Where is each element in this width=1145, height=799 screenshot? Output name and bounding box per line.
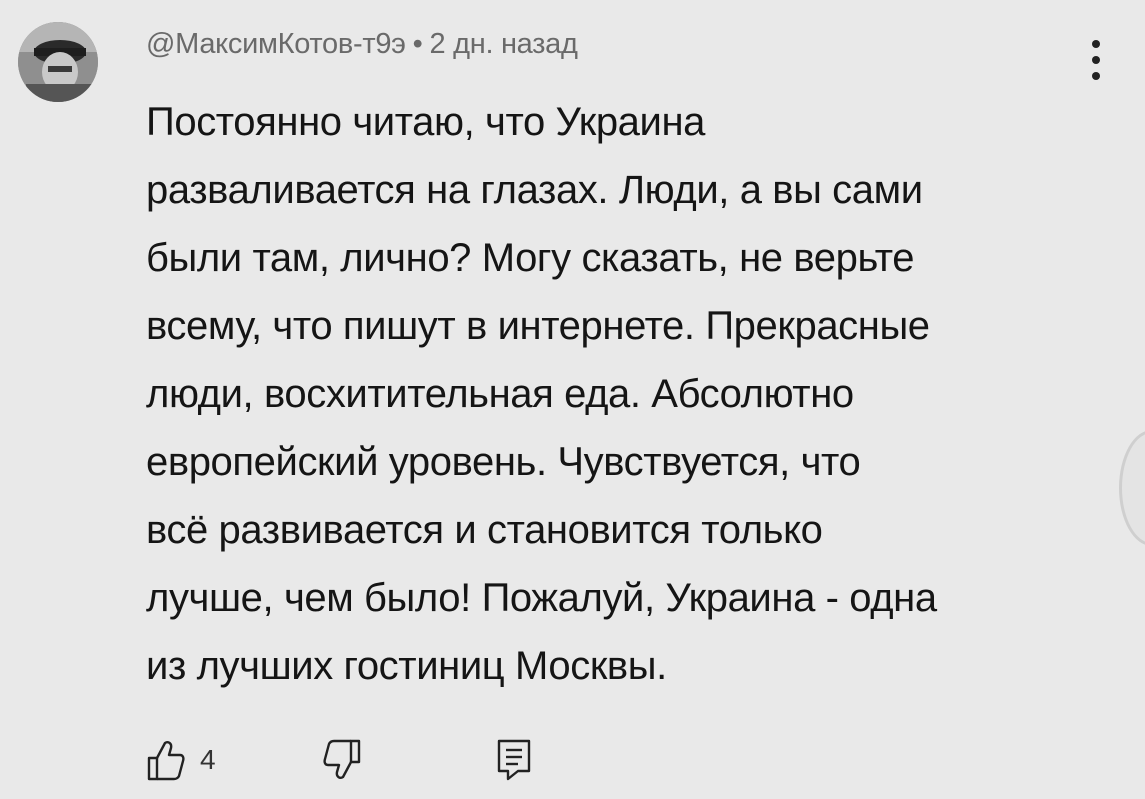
comment-timestamp[interactable]: 2 дн. назад <box>430 28 578 60</box>
author-name[interactable]: @МаксимКотов-т9э <box>146 28 406 60</box>
comment-header: @МаксимКотов-т9э • 2 дн. назад <box>146 28 578 61</box>
more-vert-dot <box>1092 56 1100 64</box>
avatar-photo-icon <box>18 22 98 102</box>
comment-text-line: разваливается на глазах. Люди, а вы сами <box>146 168 923 212</box>
comment-text-line: Постоянно читаю, что Украина <box>146 100 705 144</box>
edge-decoration <box>1119 430 1145 546</box>
more-vert-icon <box>1092 40 1100 48</box>
more-vert-dot <box>1092 72 1100 80</box>
comment-text-line: лучше, чем было! Пожалуй, Украина - одна <box>146 576 937 620</box>
like-count: 4 <box>200 744 216 775</box>
comment-text-line: европейский уровень. Чувствуется, что <box>146 440 861 484</box>
dislike-button[interactable] <box>322 738 362 782</box>
more-options-button[interactable] <box>1084 36 1108 84</box>
comment-text-line: были там, лично? Могу сказать, не верьте <box>146 236 915 280</box>
comment-text-line: всё развивается и становится только <box>146 508 823 552</box>
reply-button[interactable] <box>494 738 534 782</box>
thumb-down-icon <box>323 739 361 779</box>
header-separator: • <box>412 28 423 60</box>
comment-text-line: из лучших гостиниц Москвы. <box>146 644 667 688</box>
comment-text-line: люди, восхитительная еда. Абсолютно <box>146 372 854 416</box>
like-button[interactable] <box>146 738 186 782</box>
thumb-up-icon <box>147 741 185 781</box>
avatar[interactable] <box>18 22 98 102</box>
reply-icon <box>497 739 531 781</box>
comment-card: @МаксимКотов-т9э • 2 дн. назад Постоянно ч… <box>0 0 1145 799</box>
comment-text: Постоянно читаю, что Украина разваливает… <box>146 88 1076 700</box>
comment-text-line: всему, что пишут в интернете. Прекрасные <box>146 304 930 348</box>
